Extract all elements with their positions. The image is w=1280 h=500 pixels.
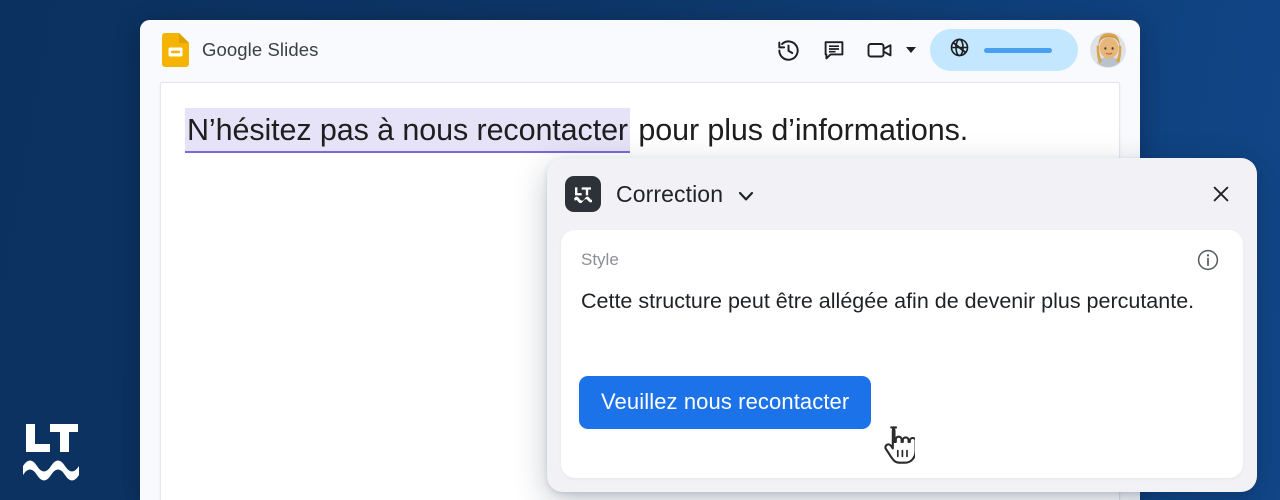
comment-icon[interactable] (811, 28, 857, 72)
present-camera-group[interactable] (857, 28, 922, 72)
chevron-down-icon[interactable] (736, 186, 756, 206)
video-camera-icon[interactable] (857, 28, 903, 72)
popup-title: Correction (616, 180, 724, 207)
issue-category-label: Style (581, 250, 619, 269)
share-label-placeholder (984, 47, 1052, 53)
globe-share-icon (949, 37, 970, 63)
app-title: Google Slides (202, 39, 319, 60)
slide-remaining-text: pour plus d’informations. (630, 113, 969, 147)
user-avatar[interactable] (1090, 32, 1126, 68)
card-header: Style (561, 230, 1243, 273)
issue-explanation: Cette structure peut être allégée afin d… (581, 289, 1195, 313)
languagetool-badge-icon (565, 176, 601, 212)
chevron-down-icon[interactable] (906, 47, 916, 53)
highlighted-phrase[interactable]: N’hésitez pas à nous recontacter (185, 108, 630, 153)
close-icon[interactable] (1203, 176, 1239, 212)
apply-suggestion-button[interactable]: Veuillez nous recontacter (579, 376, 872, 429)
languagetool-suggestion-popup: Correction Style Cette structure peut êt… (547, 158, 1257, 492)
google-slides-icon (162, 33, 189, 67)
popup-header: Correction (547, 158, 1257, 230)
share-button[interactable] (930, 29, 1078, 71)
languagetool-watermark-logo (20, 418, 82, 482)
suggestion-card: Style Cette structure peut être allégée … (561, 230, 1243, 478)
app-brand[interactable]: Google Slides (162, 33, 318, 67)
app-header: Google Slides (140, 20, 1140, 80)
slide-paragraph[interactable]: N’hésitez pas à nous recontacter pour pl… (185, 108, 969, 153)
header-toolbar (765, 28, 1126, 72)
version-history-icon[interactable] (765, 28, 811, 72)
info-icon[interactable] (1195, 247, 1221, 273)
